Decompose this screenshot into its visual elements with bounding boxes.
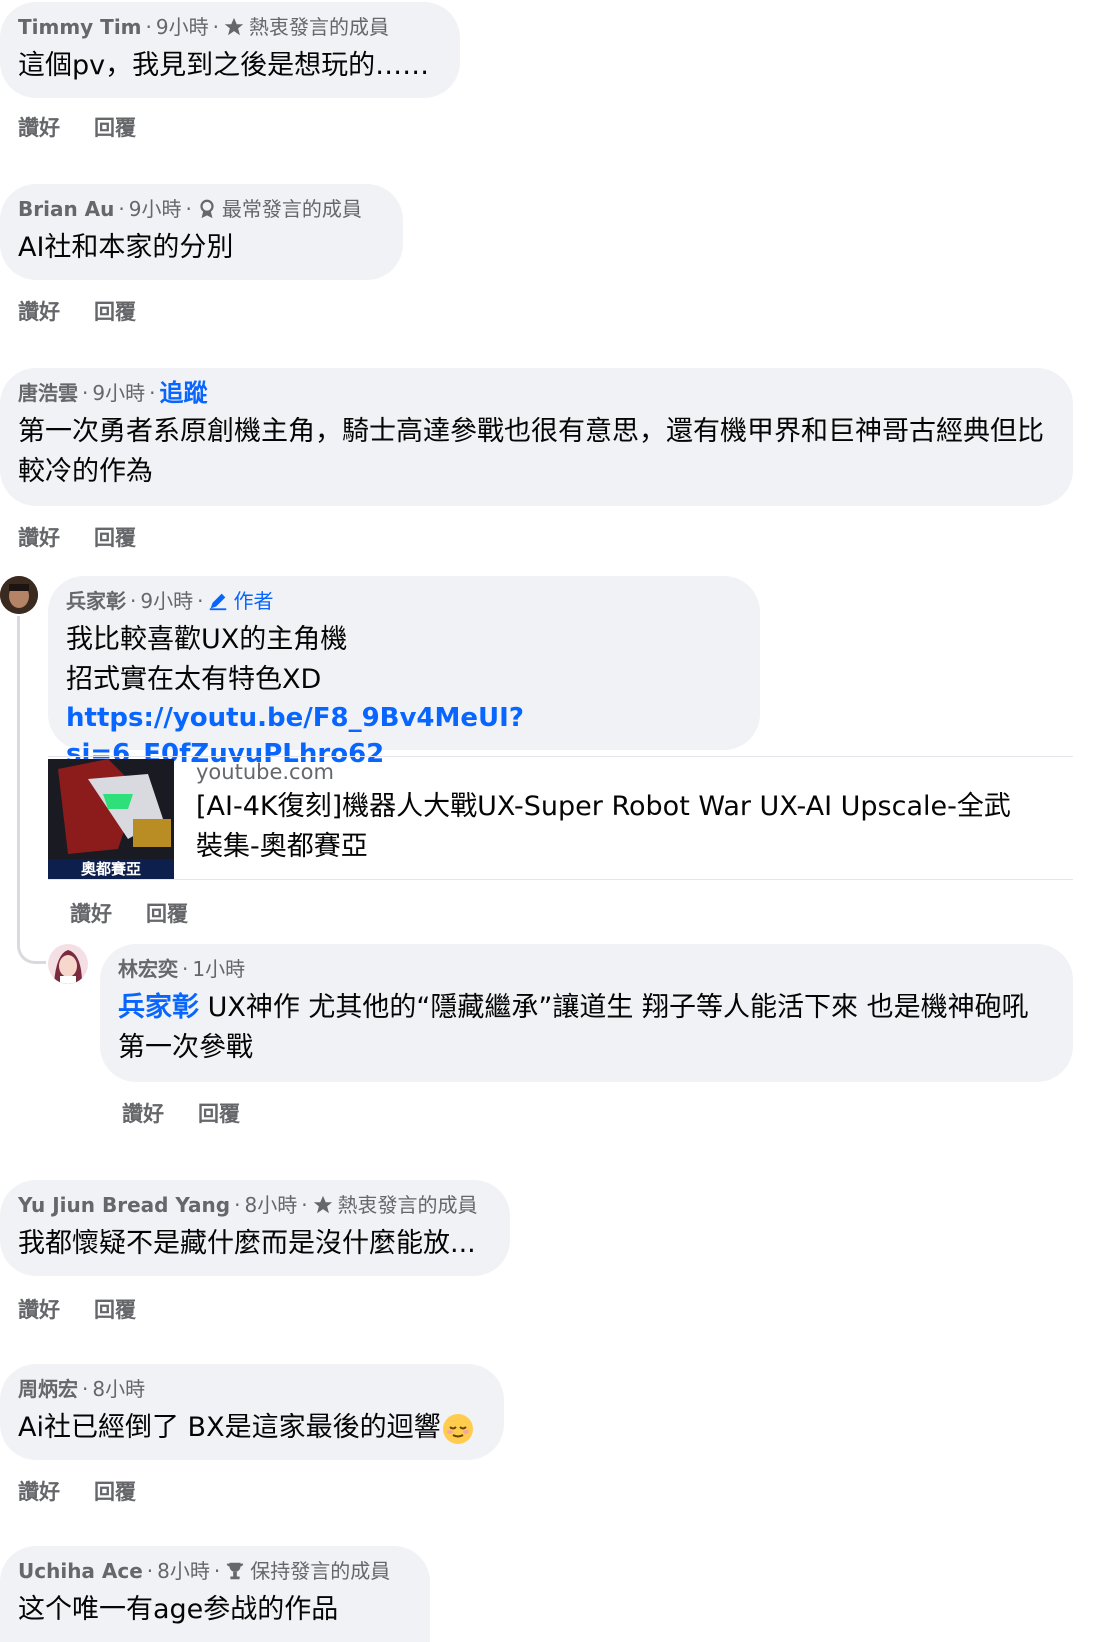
reply-button[interactable]: 回覆 xyxy=(94,1476,136,1506)
comment-text: Ai社已經倒了 BX是這家最後的迴響 xyxy=(18,1408,486,1448)
comment-text: 這個pv，我見到之後是想玩的…… xyxy=(18,50,430,81)
follow-button[interactable]: 追蹤 xyxy=(159,380,207,406)
comment-actions: 讚好 回覆 xyxy=(122,1098,240,1128)
author-name[interactable]: 兵家彰 xyxy=(66,588,126,614)
comment-meta: 周炳宏 · 8小時 xyxy=(18,1376,146,1402)
trophy-icon xyxy=(227,1562,244,1580)
member-badge: 熱衷發言的成員 xyxy=(248,15,389,39)
author-name[interactable]: 周炳宏 xyxy=(18,1376,78,1402)
comment-actions: 讚好 回覆 xyxy=(18,112,136,142)
preview-title[interactable]: [AI-4K復刻]機器人大戰UX-Super Robot War UX-AI U… xyxy=(196,787,1016,867)
person-avatar-image xyxy=(0,576,38,614)
like-button[interactable]: 讚好 xyxy=(70,898,112,928)
comment-bubble: Yu Jiun Bread Yang · 8小時 · 熱衷發言的成員 我都懷疑不… xyxy=(0,1180,510,1276)
mention-link[interactable]: 兵家彰 xyxy=(118,992,199,1023)
reply-button[interactable]: 回覆 xyxy=(94,522,136,552)
comment-text: 兵家彰 UX神作 尤其他的“隱藏繼承”讓道生 翔子等人能活下來 也是機神砲吼第一… xyxy=(118,988,1055,1068)
like-button[interactable]: 讚好 xyxy=(18,296,60,326)
star-icon xyxy=(313,1195,332,1214)
like-button[interactable]: 讚好 xyxy=(122,1098,164,1128)
timestamp[interactable]: 8小時 xyxy=(157,1558,210,1584)
relieved-face-emoji xyxy=(442,1413,473,1444)
comment-bubble: Brian Au · 9小時 · 最常發言的成員 AI社和本家的分別 xyxy=(0,184,403,280)
reply-button[interactable]: 回覆 xyxy=(94,112,136,142)
comment-meta: Timmy Tim · 9小時 · 熱衷發言的成員 xyxy=(18,14,389,40)
author-name[interactable]: Yu Jiun Bread Yang xyxy=(18,1192,230,1218)
comment-actions: 讚好 回覆 xyxy=(18,296,136,326)
comment-bubble: 林宏奕 · 1小時 兵家彰 UX神作 尤其他的“隱藏繼承”讓道生 翔子等人能活下… xyxy=(100,944,1073,1082)
reply-button[interactable]: 回覆 xyxy=(94,1294,136,1324)
comment-text: 这个唯一有age参战的作品 xyxy=(18,1594,339,1625)
author-name[interactable]: Brian Au xyxy=(18,196,114,222)
anime-avatar-image xyxy=(48,944,88,984)
star-icon xyxy=(224,17,244,36)
reply-button[interactable]: 回覆 xyxy=(94,296,136,326)
author-name[interactable]: Timmy Tim xyxy=(18,14,142,40)
comment-bubble: 兵家彰 · 9小時 · 作者 我比較喜歡UX的主角機 招式實在太有特色XD ht… xyxy=(48,576,760,769)
comment-bubble: 周炳宏 · 8小時 Ai社已經倒了 BX是這家最後的迴響 xyxy=(0,1364,504,1460)
comment-bubble: Uchiha Ace · 8小時 · 保持發言的成員 这个唯一有age参战的作品 xyxy=(0,1546,430,1642)
avatar[interactable] xyxy=(48,944,88,984)
timestamp[interactable]: 8小時 xyxy=(244,1192,297,1218)
comment-actions: 讚好 回覆 xyxy=(18,522,136,552)
comment-text: AI社和本家的分別 xyxy=(18,232,234,263)
author-name[interactable]: Uchiha Ace xyxy=(18,1558,143,1584)
like-button[interactable]: 讚好 xyxy=(18,522,60,552)
comment-actions: 讚好 回覆 xyxy=(18,1294,136,1324)
like-button[interactable]: 讚好 xyxy=(18,112,60,142)
thread-line xyxy=(17,616,46,964)
comment-text-line: 我比較喜歡UX的主角機 xyxy=(66,624,348,655)
timestamp[interactable]: 1小時 xyxy=(192,956,245,982)
comment-actions: 讚好 回覆 xyxy=(70,898,188,928)
ribbon-icon xyxy=(200,199,214,219)
thumbnail-caption: 奧都賽亞 xyxy=(80,860,141,878)
timestamp[interactable]: 8小時 xyxy=(92,1376,145,1402)
comment-bubble: 唐浩雲 · 9小時 · 追蹤 第一次勇者系原創機主角，騎士高達參戰也很有意思，還… xyxy=(0,368,1073,506)
like-button[interactable]: 讚好 xyxy=(18,1294,60,1324)
comment-meta: Yu Jiun Bread Yang · 8小時 · 熱衷發言的成員 xyxy=(18,1192,478,1218)
author-name[interactable]: 林宏奕 xyxy=(118,956,178,982)
comment-actions: 讚好 回覆 xyxy=(18,1476,136,1506)
link-preview[interactable]: 奧都賽亞 youtube.com [AI-4K復刻]機器人大戰UX-Super … xyxy=(48,756,1073,880)
comment-text-body: UX神作 尤其他的“隱藏繼承”讓道生 翔子等人能活下來 也是機神砲吼第一次參戰 xyxy=(118,992,1029,1063)
timestamp[interactable]: 9小時 xyxy=(140,588,193,614)
comment-text-line: 招式實在太有特色XD xyxy=(66,664,322,695)
preview-domain: youtube.com xyxy=(196,760,334,784)
timestamp[interactable]: 9小時 xyxy=(156,14,209,40)
author-badge: 作者 xyxy=(233,589,274,613)
reply-button[interactable]: 回覆 xyxy=(198,1098,240,1128)
timestamp[interactable]: 9小時 xyxy=(92,380,145,406)
comment-text: 我都懷疑不是藏什麼而是沒什麼能放... xyxy=(18,1228,476,1259)
reply-button[interactable]: 回覆 xyxy=(146,898,188,928)
comment-text: 第一次勇者系原創機主角，騎士高達參戰也很有意思，還有機甲界和巨神哥古經典但比較冷… xyxy=(18,416,1044,487)
comment-meta: 兵家彰 · 9小時 · 作者 xyxy=(66,588,274,614)
author-name[interactable]: 唐浩雲 xyxy=(18,380,78,406)
video-thumbnail[interactable]: 奧都賽亞 xyxy=(48,759,174,879)
member-badge: 保持發言的成員 xyxy=(250,1559,391,1583)
comment-meta: 唐浩雲 · 9小時 · 追蹤 xyxy=(18,379,208,407)
member-badge: 最常發言的成員 xyxy=(221,197,362,221)
pencil-icon xyxy=(210,593,227,611)
member-badge: 熱衷發言的成員 xyxy=(337,1193,478,1217)
comment-meta: Uchiha Ace · 8小時 · 保持發言的成員 xyxy=(18,1558,391,1584)
like-button[interactable]: 讚好 xyxy=(18,1476,60,1506)
comment-meta: 林宏奕 · 1小時 xyxy=(118,956,246,982)
timestamp[interactable]: 9小時 xyxy=(129,196,182,222)
comment-meta: Brian Au · 9小時 · 最常發言的成員 xyxy=(18,196,362,222)
avatar[interactable] xyxy=(0,576,38,614)
comment-bubble: Timmy Tim · 9小時 · 熱衷發言的成員 這個pv，我見到之後是想玩的… xyxy=(0,2,460,98)
comment-text-body: Ai社已經倒了 BX是這家最後的迴響 xyxy=(18,1412,441,1443)
